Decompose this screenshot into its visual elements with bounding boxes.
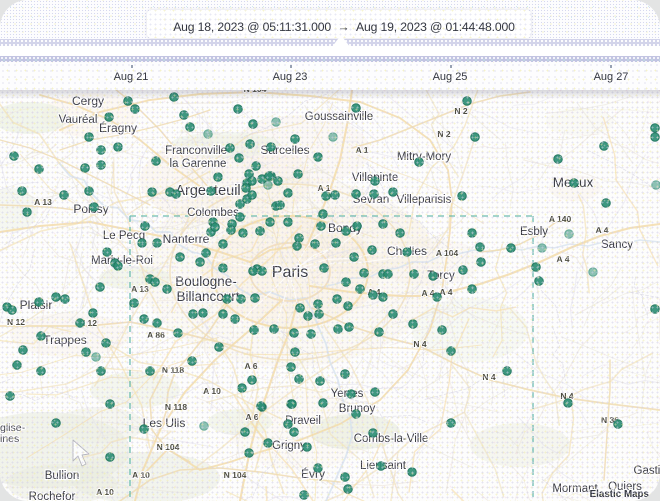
svg-text:Grigny: Grigny xyxy=(272,440,306,452)
svg-text:N 2: N 2 xyxy=(454,106,468,116)
svg-text:Colombes: Colombes xyxy=(187,207,239,219)
svg-text:Mitry-Mory: Mitry-Mory xyxy=(397,151,452,163)
svg-text:A 1: A 1 xyxy=(318,183,331,193)
svg-text:Rochefor: Rochefor xyxy=(29,491,76,501)
svg-text:A 86: A 86 xyxy=(147,330,165,340)
svg-text:N 118: N 118 xyxy=(162,365,184,375)
svg-text:N 104: N 104 xyxy=(224,470,247,480)
svg-text:N 104: N 104 xyxy=(244,90,267,94)
svg-text:Éragny: Éragny xyxy=(99,120,137,135)
svg-text:Esbly: Esbly xyxy=(520,226,548,238)
svg-text:A 4: A 4 xyxy=(596,225,609,235)
svg-text:A 10: A 10 xyxy=(96,487,114,497)
svg-text:A 140: A 140 xyxy=(549,214,572,224)
svg-text:Bullion: Bullion xyxy=(45,470,80,482)
svg-text:la Garenne: la Garenne xyxy=(170,158,227,170)
svg-text:A 6: A 6 xyxy=(246,412,259,422)
svg-text:A 13: A 13 xyxy=(34,197,52,207)
svg-text:Villeparisis: Villeparisis xyxy=(397,194,452,206)
svg-text:A 10: A 10 xyxy=(203,386,221,396)
svg-text:ines: ines xyxy=(0,433,19,445)
svg-text:Franconville-: Franconville- xyxy=(165,145,231,157)
svg-text:N 118: N 118 xyxy=(165,402,187,412)
svg-text:Les Ulis: Les Ulis xyxy=(143,416,186,430)
svg-text:A 4: A 4 xyxy=(557,254,570,264)
svg-text:A 104: A 104 xyxy=(436,248,459,258)
svg-text:Combs-la-Ville: Combs-la-Ville xyxy=(354,433,429,445)
svg-text:Elastic Maps: Elastic Maps xyxy=(590,489,650,500)
svg-text:N 4: N 4 xyxy=(482,372,496,382)
svg-text:Vauréal: Vauréal xyxy=(59,114,98,126)
svg-text:A 10: A 10 xyxy=(132,470,150,480)
svg-text:Sancy: Sancy xyxy=(601,239,633,251)
svg-text:N 4: N 4 xyxy=(413,339,427,349)
svg-text:N 2: N 2 xyxy=(437,129,451,139)
svg-text:Cergy: Cergy xyxy=(72,94,104,108)
svg-text:N 104: N 104 xyxy=(157,442,180,452)
svg-text:A 6: A 6 xyxy=(245,361,258,371)
svg-text:N 12: N 12 xyxy=(7,317,25,327)
svg-text:A 13: A 13 xyxy=(131,284,149,294)
svg-text:Boulogne-: Boulogne- xyxy=(175,274,237,289)
svg-text:Paris: Paris xyxy=(272,264,308,281)
svg-text:Nanterre: Nanterre xyxy=(163,232,210,246)
svg-text:Goussainville: Goussainville xyxy=(305,111,373,123)
svg-text:Gastins: Gastins xyxy=(634,465,660,477)
svg-text:Trappes: Trappes xyxy=(43,333,87,347)
svg-text:A 1: A 1 xyxy=(356,145,369,155)
